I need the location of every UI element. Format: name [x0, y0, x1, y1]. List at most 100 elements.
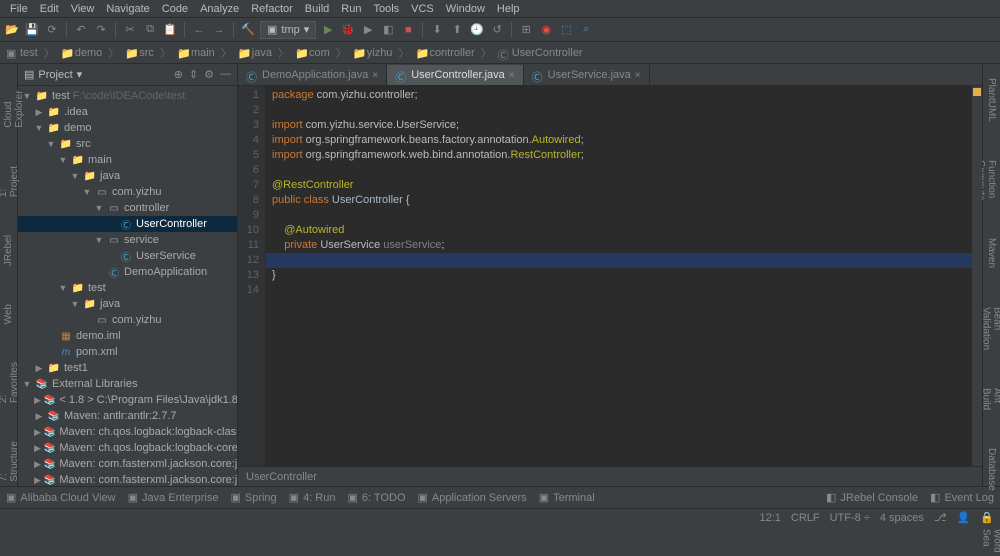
undo-icon[interactable]: ↶ — [73, 22, 89, 38]
close-icon[interactable]: × — [509, 70, 515, 81]
menu-view[interactable]: View — [65, 3, 101, 15]
menu-navigate[interactable]: Navigate — [100, 3, 155, 15]
breadcrumb-item[interactable]: 📁controller — [415, 47, 474, 59]
tree-arrow-icon[interactable]: ▼ — [94, 235, 104, 245]
menu-vcs[interactable]: VCS — [405, 3, 440, 15]
vcs-update-icon[interactable]: ⬇ — [429, 22, 445, 38]
open-icon[interactable]: 📂 — [4, 22, 20, 38]
marker-bar[interactable] — [972, 86, 982, 466]
tree-item[interactable]: ▼▭com.yizhu — [18, 184, 237, 200]
menu-window[interactable]: Window — [440, 3, 491, 15]
tree-item[interactable]: ⒸUserService — [18, 248, 237, 264]
caret-position[interactable]: 12:1 — [759, 512, 780, 524]
tree-item[interactable]: ▼📁test — [18, 280, 237, 296]
tree-item[interactable]: ▶📁test1 — [18, 360, 237, 376]
breadcrumb-item[interactable]: 📁demo — [61, 47, 103, 59]
coverage-icon[interactable]: ▶ — [360, 22, 376, 38]
tree-item[interactable]: ▼📁test F:\code\IDEACode\test — [18, 88, 237, 104]
tree-item[interactable]: ▼📁demo — [18, 120, 237, 136]
menu-tools[interactable]: Tools — [367, 3, 405, 15]
tree-item[interactable]: ▼📁main — [18, 152, 237, 168]
redo-icon[interactable]: ↷ — [93, 22, 109, 38]
tree-arrow-icon[interactable]: ▼ — [22, 379, 32, 389]
jrebel-icon[interactable]: ◉ — [538, 22, 554, 38]
hammer-icon[interactable]: 🔨 — [240, 22, 256, 38]
tree-item[interactable]: ▼📁java — [18, 168, 237, 184]
warning-marker[interactable] — [973, 88, 981, 96]
tree-arrow-icon[interactable]: ▶ — [34, 443, 41, 454]
toolwindow-tab[interactable]: 1: Project — [0, 162, 20, 201]
bottom-tab[interactable]: ▣Application Servers — [418, 491, 527, 504]
toolwindow-tab[interactable]: 7: Structure — [0, 437, 20, 486]
menu-edit[interactable]: Edit — [34, 3, 65, 15]
encoding[interactable]: UTF-8 ÷ — [830, 512, 870, 524]
tree-item[interactable]: ▼📁java — [18, 296, 237, 312]
sync-icon[interactable]: ⟳ — [44, 22, 60, 38]
tree-item[interactable]: ⒸUserController — [18, 216, 237, 232]
tree-item[interactable]: ▶📚< 1.8 > C:\Program Files\Java\jdk1.8.0… — [18, 392, 237, 408]
lock-icon[interactable]: 🔒 — [980, 511, 994, 524]
line-gutter[interactable]: 1234567891011121314 — [238, 86, 266, 466]
bottom-tab[interactable]: ▣6: TODO — [347, 491, 405, 504]
forward-icon[interactable]: → — [211, 22, 227, 38]
inspect-icon[interactable]: 👤 — [957, 511, 971, 524]
tree-item[interactable]: ▦demo.iml — [18, 328, 237, 344]
editor-tab[interactable]: ⒸDemoApplication.java× — [238, 65, 387, 85]
paste-icon[interactable]: 📋 — [162, 22, 178, 38]
profile-icon[interactable]: ◧ — [380, 22, 396, 38]
collapse-all-icon[interactable]: ⇕ — [189, 68, 198, 81]
vcs-revert-icon[interactable]: ↺ — [489, 22, 505, 38]
toolwindow-tab[interactable]: Maven — [986, 234, 997, 272]
cut-icon[interactable]: ✂ — [122, 22, 138, 38]
tree-item[interactable]: ▭com.yizhu — [18, 312, 237, 328]
tree-arrow-icon[interactable]: ▶ — [34, 459, 41, 470]
toolwindow-tab[interactable]: Web — [3, 300, 14, 328]
menu-code[interactable]: Code — [156, 3, 194, 15]
bottom-tab[interactable]: ▣4: Run — [289, 491, 336, 504]
tree-arrow-icon[interactable]: ▼ — [70, 299, 80, 309]
bottom-tab[interactable]: ▣Spring — [230, 491, 276, 504]
tree-arrow-icon[interactable]: ▼ — [58, 283, 68, 293]
menu-run[interactable]: Run — [335, 3, 367, 15]
indent[interactable]: 4 spaces — [880, 512, 924, 524]
tree-arrow-icon[interactable]: ▼ — [70, 171, 80, 181]
vcs-commit-icon[interactable]: ⬆ — [449, 22, 465, 38]
tree-arrow-icon[interactable]: ▼ — [58, 155, 68, 165]
tree-arrow-icon[interactable]: ▶ — [34, 395, 41, 406]
bottom-tab[interactable]: ▣Terminal — [539, 491, 595, 504]
editor-tab[interactable]: ⒸUserController.java× — [387, 65, 523, 85]
menu-build[interactable]: Build — [299, 3, 335, 15]
toolwindow-tab[interactable]: Word Sea — [981, 525, 1000, 556]
breadcrumb-item[interactable]: ▣test — [6, 47, 38, 59]
code-editor[interactable]: package com.yizhu.controller; import com… — [266, 86, 972, 466]
tree-item[interactable]: ▼📚External Libraries — [18, 376, 237, 392]
breadcrumb-item[interactable]: 📁src — [125, 47, 154, 59]
toolwindow-tab[interactable]: 2: Favorites — [0, 358, 20, 407]
bottom-tab[interactable]: ▣Alibaba Cloud View — [6, 491, 116, 504]
tree-item[interactable]: ▼📁src — [18, 136, 237, 152]
close-icon[interactable]: × — [372, 70, 378, 81]
tree-item[interactable]: ▶📚Maven: com.fasterxml.jackson.core:jack… — [18, 472, 237, 486]
project-tree[interactable]: ▼📁test F:\code\IDEACode\test▶📁.idea▼📁dem… — [18, 86, 237, 486]
bottom-tab[interactable]: ◧Event Log — [930, 491, 994, 504]
tree-item[interactable]: ▶📚Maven: com.fasterxml.jackson.core:jack… — [18, 456, 237, 472]
menu-analyze[interactable]: Analyze — [194, 3, 245, 15]
structure-icon[interactable]: ⊞ — [518, 22, 534, 38]
tree-item[interactable]: ▶📁.idea — [18, 104, 237, 120]
hide-icon[interactable]: — — [220, 68, 231, 81]
menu-help[interactable]: Help — [491, 3, 526, 15]
chevron-down-icon[interactable]: ▾ — [77, 68, 83, 81]
run-config-select[interactable]: ▣ tmp ▾ — [260, 21, 316, 39]
close-icon[interactable]: × — [635, 70, 641, 81]
bottom-tab[interactable]: ◧JRebel Console — [826, 491, 918, 504]
tree-item[interactable]: mpom.xml — [18, 344, 237, 360]
menu-refactor[interactable]: Refactor — [245, 3, 299, 15]
gear-icon[interactable]: ⚙ — [204, 68, 214, 81]
toolwindow-tab[interactable]: Alibaba Cloud Explorer — [0, 68, 25, 132]
breadcrumb-item[interactable]: 📁com — [295, 47, 330, 59]
tree-item[interactable]: ▼▭service — [18, 232, 237, 248]
copy-icon[interactable]: ⧉ — [142, 22, 158, 38]
editor-crumb[interactable]: UserController — [246, 471, 317, 483]
editor-tab[interactable]: ⒸUserService.java× — [524, 65, 650, 85]
tree-arrow-icon[interactable]: ▼ — [94, 203, 104, 213]
